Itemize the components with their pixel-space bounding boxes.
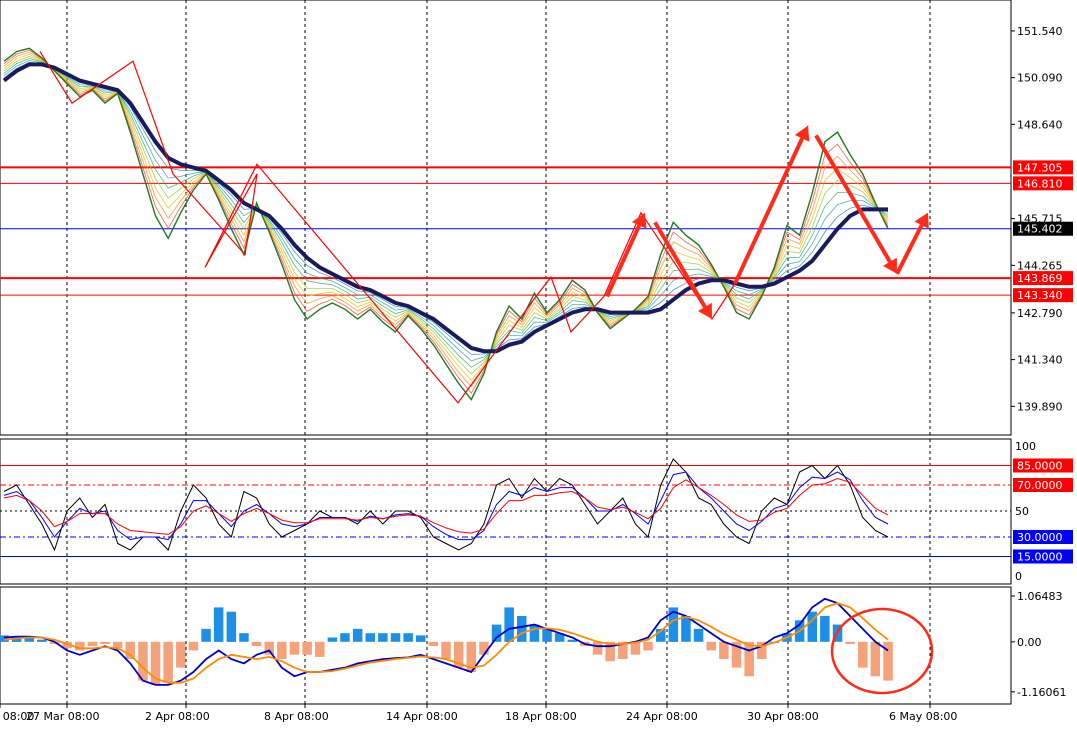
price-tick-label: 148.640 (1017, 118, 1063, 131)
price-tick-label: 139.890 (1017, 400, 1063, 413)
histogram-bar (504, 607, 514, 642)
level-badge-label: 143.869 (1017, 272, 1063, 285)
histogram-bar (744, 641, 754, 677)
price-tick-label: 150.090 (1017, 72, 1063, 85)
trading-chart: 151.540 150.090 148.640 145.715 144.265 142.7… (0, 0, 1077, 727)
level-badge-label: 143.340 (1017, 289, 1063, 302)
histogram-bar (264, 641, 274, 655)
chart-svg: 151.540150.090148.640145.715144.265142.7… (0, 0, 1077, 727)
oscillator-tick-label: 50 (1015, 505, 1029, 518)
histogram-bar (340, 633, 350, 642)
histogram-bar (529, 624, 540, 642)
histogram-bar (327, 637, 338, 642)
histogram-bar (441, 641, 451, 659)
histogram-bar (226, 611, 237, 642)
histogram-bar (643, 641, 653, 651)
histogram-bar (858, 641, 868, 668)
oscillator-tick-label: 0 (1015, 570, 1022, 583)
time-tick-label: 24 Apr 08:00 (626, 710, 698, 723)
time-tick-label: 6 May 08:00 (889, 710, 957, 723)
price-tick-label: 144.265 (1017, 259, 1063, 272)
histogram-bar (390, 633, 401, 642)
oscillator-level-label: 70.0000 (1017, 479, 1063, 492)
time-tick-label: 18 Apr 08:00 (505, 710, 577, 723)
histogram-bar (87, 641, 98, 647)
price-tick-label: 151.540 (1017, 25, 1063, 38)
histogram-bar (693, 628, 704, 642)
histogram-bar (37, 639, 47, 642)
price-plot-area (0, 0, 1012, 436)
histogram-bar (251, 641, 262, 647)
histogram-bar (100, 641, 110, 644)
time-tick-label: 30 Apr 08:00 (747, 710, 819, 723)
histogram-bar (302, 641, 312, 655)
histogram-bar (870, 641, 881, 677)
macd-tick-label: 1.06483 (1017, 590, 1063, 603)
histogram-bar (378, 633, 388, 642)
histogram-bar (239, 633, 249, 642)
histogram-bar (416, 635, 426, 642)
histogram-bar (592, 641, 603, 655)
histogram-bar (125, 641, 135, 659)
histogram-bar (517, 616, 527, 642)
oscillator-level-label: 30.0000 (1017, 531, 1063, 544)
macd-tick-label: 0.00 (1017, 636, 1042, 649)
price-panel: 151.540150.090148.640145.715144.265142.7… (0, 0, 1073, 436)
histogram-bar (352, 628, 363, 642)
price-tick-label: 141.340 (1017, 354, 1063, 367)
histogram-bar (428, 641, 439, 647)
histogram-bar (176, 641, 186, 668)
current-price-label: 145.402 (1017, 223, 1063, 236)
histogram-bar (213, 607, 224, 642)
time-tick-label: 2 Apr 08:00 (145, 710, 210, 723)
histogram-bar (289, 641, 300, 655)
level-badge-label: 147.305 (1017, 161, 1063, 174)
histogram-bar (820, 616, 830, 642)
time-tick-label: 12 May 08:00 (0, 710, 34, 723)
oscillator-tick-label: 100 (1015, 440, 1036, 453)
histogram-bar (491, 624, 502, 642)
price-level-badges: 147.305 146.810 143.869 143.340 145.402 (1013, 160, 1073, 303)
histogram-bar (188, 641, 199, 651)
histogram-bar (277, 641, 287, 659)
histogram-bar (706, 641, 716, 651)
time-tick-label: 8 Apr 08:00 (264, 710, 329, 723)
histogram-bar (479, 641, 489, 655)
histogram-bar (719, 641, 729, 659)
histogram-bar (201, 628, 211, 642)
level-badge-label: 146.810 (1017, 177, 1063, 190)
time-tick-label: 14 Apr 08:00 (386, 710, 458, 723)
histogram-bar (365, 633, 375, 642)
time-tick-label: 27 Mar 08:00 (26, 710, 99, 723)
histogram-bar (163, 641, 173, 683)
histogram-bar (315, 641, 325, 657)
histogram-bar (681, 616, 691, 642)
histogram-bar (845, 641, 855, 644)
price-ticks: 151.540150.090148.640145.715144.265142.7… (1011, 25, 1063, 413)
macd-tick-label: -1.16061 (1017, 686, 1066, 699)
histogram-bar (403, 633, 413, 642)
oscillator-panel: 100 50 0 85.0000 70.0000 30.0000 15.0000 (0, 438, 1073, 585)
oscillator-level-label: 15.0000 (1017, 551, 1063, 564)
price-tick-label: 142.790 (1017, 307, 1063, 320)
oscillator-level-label: 85.0000 (1017, 460, 1063, 473)
macd-panel: 1.06483 0.00 -1.16061 (0, 586, 1066, 705)
